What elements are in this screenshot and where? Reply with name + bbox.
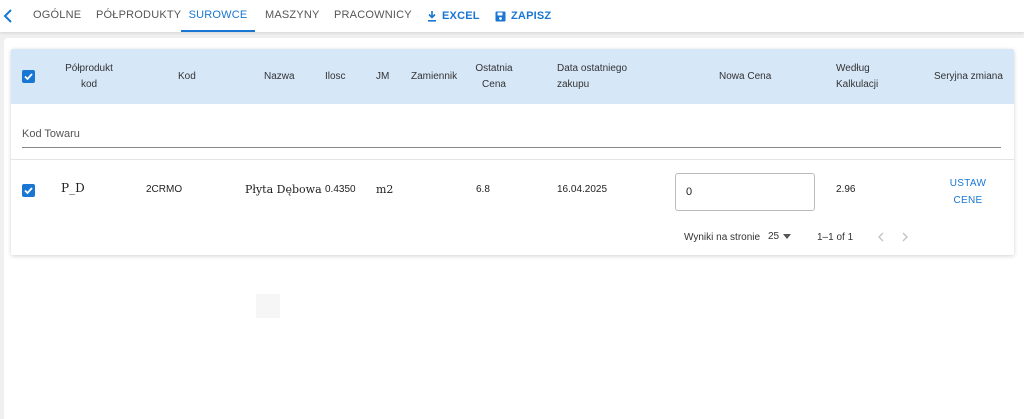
save-icon xyxy=(495,11,506,21)
header-seryjna-zmiana[interactable]: Seryjna zmiana xyxy=(934,69,1003,85)
header-polprodukt-line1: Półprodukt xyxy=(65,63,113,74)
pagination-range: 1–1 of 1 xyxy=(817,232,854,243)
next-page-icon[interactable] xyxy=(897,229,913,245)
header-ostatnia-cena[interactable]: Ostatnia Cena xyxy=(469,61,519,93)
header-zamiennik[interactable]: Zamiennik xyxy=(411,69,457,85)
top-nav-bar: OGÓLNE PÓŁPRODUKTY SUROWCE MASZYNY PRACO… xyxy=(0,0,1024,32)
tab-surowce[interactable]: SUROWCE xyxy=(181,0,255,32)
header-kod[interactable]: Kod xyxy=(178,69,196,85)
ustaw-cene-line2: CENE xyxy=(953,195,983,206)
cell-kod: 2CRMO xyxy=(146,184,183,195)
check-icon xyxy=(24,187,33,195)
header-jm[interactable]: JM xyxy=(376,69,389,85)
cell-polprodukt-kod: P_D xyxy=(61,181,85,195)
tab-polprodukty[interactable]: PÓŁPRODUKTY xyxy=(96,0,181,32)
header-data-line1: Data ostatniego xyxy=(557,63,628,74)
check-icon xyxy=(24,73,33,81)
header-ilosc[interactable]: Ilosc xyxy=(325,69,346,85)
cell-data-zakupu: 16.04.2025 xyxy=(557,184,608,195)
row-checkbox[interactable] xyxy=(22,184,35,197)
kod-towaru-filter-input[interactable] xyxy=(22,126,1001,148)
cell-ostatnia-cena: 6.8 xyxy=(476,184,490,195)
header-polprodukt-line2: kod xyxy=(80,79,98,90)
ustaw-cene-line1: USTAW xyxy=(949,178,987,189)
dropdown-arrow-icon xyxy=(783,234,792,239)
ustaw-cene-button[interactable]: USTAW CENE xyxy=(933,175,1003,209)
header-data-line2: zakupu xyxy=(557,79,590,90)
rows-per-page-label: Wyniki na stronie xyxy=(684,232,761,243)
save-button[interactable]: ZAPISZ xyxy=(495,0,551,32)
rows-per-page-select[interactable]: 25 xyxy=(768,231,792,242)
filter-row xyxy=(11,104,1014,158)
pagination-footer: Wyniki na stronie 25 1–1 of 1 xyxy=(11,221,1014,255)
header-polprodukt-kod[interactable]: Półprodukt kod xyxy=(61,61,117,93)
excel-button[interactable]: EXCEL xyxy=(427,0,480,32)
rows-per-page-value: 25 xyxy=(768,231,780,242)
download-icon xyxy=(428,10,436,22)
previous-page-icon[interactable] xyxy=(873,229,889,245)
header-data-zakupu[interactable]: Data ostatniego zakupu xyxy=(557,61,627,93)
placeholder-square xyxy=(256,294,280,318)
header-wedlug-kalkulacji[interactable]: Według Kalkulacji xyxy=(836,61,878,93)
select-all-checkbox[interactable] xyxy=(22,70,35,83)
nowa-cena-input[interactable] xyxy=(675,173,815,211)
back-chevron-icon[interactable] xyxy=(2,7,16,25)
cell-jm: m2 xyxy=(376,183,394,196)
tab-pracownicy[interactable]: PRACOWNICY xyxy=(334,0,412,32)
cell-ilosc: 0.4350 xyxy=(325,184,356,195)
excel-label: EXCEL xyxy=(442,10,480,22)
cell-wedlug-kalkulacji: 2.96 xyxy=(836,184,856,195)
header-wedlug-line2: Kalkulacji xyxy=(836,79,879,90)
save-label: ZAPISZ xyxy=(511,10,552,22)
header-ostatnia-line1: Ostatnia xyxy=(475,63,513,74)
tab-maszyny[interactable]: MASZYNY xyxy=(265,0,320,32)
tab-ogolne[interactable]: OGÓLNE xyxy=(33,0,81,32)
surowce-table-card: Półprodukt kod Kod Nazwa Ilosc JM Zamien… xyxy=(11,49,1014,255)
cell-nazwa: Płyta Dębowa xyxy=(245,183,322,196)
header-ostatnia-line2: Cena xyxy=(482,79,506,90)
header-wedlug-line1: Według xyxy=(836,63,870,74)
table-row: P_D 2CRMO Płyta Dębowa 0.4350 m2 6.8 16.… xyxy=(11,159,1014,221)
header-nazwa[interactable]: Nazwa xyxy=(264,69,295,85)
table-header: Półprodukt kod Kod Nazwa Ilosc JM Zamien… xyxy=(11,49,1014,104)
header-nowa-cena[interactable]: Nowa Cena xyxy=(719,69,771,85)
